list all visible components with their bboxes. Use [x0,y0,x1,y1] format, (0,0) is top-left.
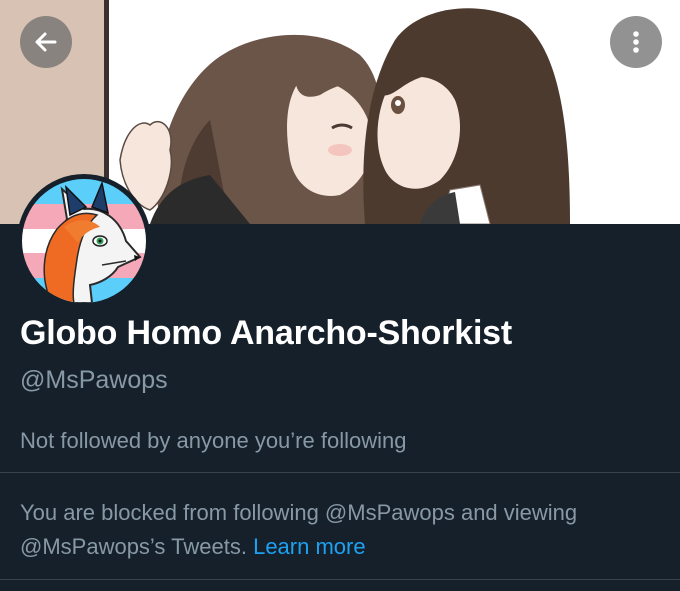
more-options-button[interactable] [610,16,662,68]
avatar-image [22,179,146,303]
avatar[interactable] [17,174,151,308]
profile-page: Globo Homo Anarcho-Shorkist @MsPawops No… [0,0,680,591]
learn-more-link[interactable]: Learn more [253,534,366,559]
divider [0,472,680,473]
display-name: Globo Homo Anarcho-Shorkist [20,314,513,352]
divider [0,579,680,580]
follow-context-text: Not followed by anyone you’re following [20,428,407,453]
more-vertical-icon [633,31,639,53]
arrow-left-icon [35,32,57,52]
blocked-notice: You are blocked from following @MsPawops… [20,496,660,564]
back-button[interactable] [20,16,72,68]
user-handle: @MsPawops [20,366,168,394]
